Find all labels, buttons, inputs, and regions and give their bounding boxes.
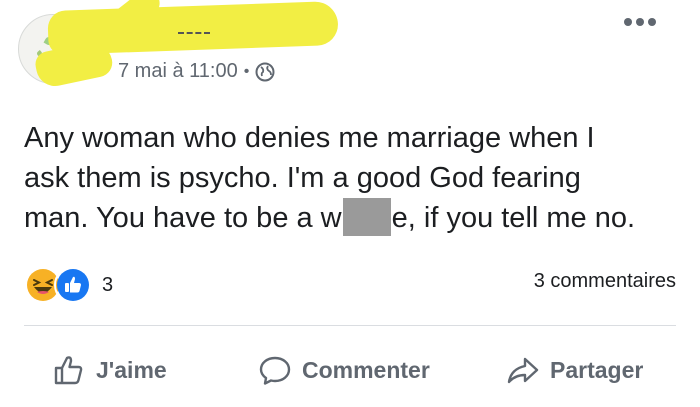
post-timestamp[interactable]: 7 mai à 11:00 xyxy=(118,60,238,83)
post-meta: 7 mai à 11:00 • xyxy=(118,60,275,83)
thumbs-up-icon xyxy=(54,356,83,385)
like-button[interactable]: J'aime xyxy=(52,342,167,398)
comment-button[interactable]: Commenter xyxy=(258,342,430,398)
post-text-line: ask them is psycho. I'm a good God feari… xyxy=(24,162,581,194)
comments-count[interactable]: 3 commentaires xyxy=(534,270,676,293)
action-bar: J'aime Commenter Partager xyxy=(0,342,700,398)
comment-label: Commenter xyxy=(302,356,430,383)
more-options-icon xyxy=(636,18,644,26)
more-options-icon xyxy=(624,18,632,26)
like-icon xyxy=(54,266,92,304)
share-button[interactable]: Partager xyxy=(506,342,643,398)
post-text-line: Any woman who denies me marriage when I xyxy=(24,122,595,154)
more-options-button[interactable] xyxy=(624,18,656,26)
more-options-icon xyxy=(648,18,656,26)
post-text-fragment: man. You have to be a w xyxy=(24,202,342,234)
post-text: Any woman who denies me marriage when I … xyxy=(24,118,684,238)
post-text-line: man. You have to be a w e, if you tell me… xyxy=(24,198,684,238)
like-label: J'aime xyxy=(96,356,167,383)
name-redaction-mark xyxy=(178,32,210,36)
facebook-post: 7 mai à 11:00 • Any woman who denies me … xyxy=(0,0,700,407)
divider xyxy=(24,325,676,326)
share-label: Partager xyxy=(550,356,644,383)
reaction-count: 3 xyxy=(102,273,114,296)
reactions-summary[interactable]: 3 xyxy=(24,266,113,304)
comment-icon xyxy=(259,356,291,385)
post-text-fragment: e, if you tell me no. xyxy=(391,202,636,234)
censor-block xyxy=(342,198,391,236)
globe-icon[interactable] xyxy=(255,62,275,82)
meta-separator: • xyxy=(243,62,250,80)
share-icon xyxy=(507,357,539,384)
